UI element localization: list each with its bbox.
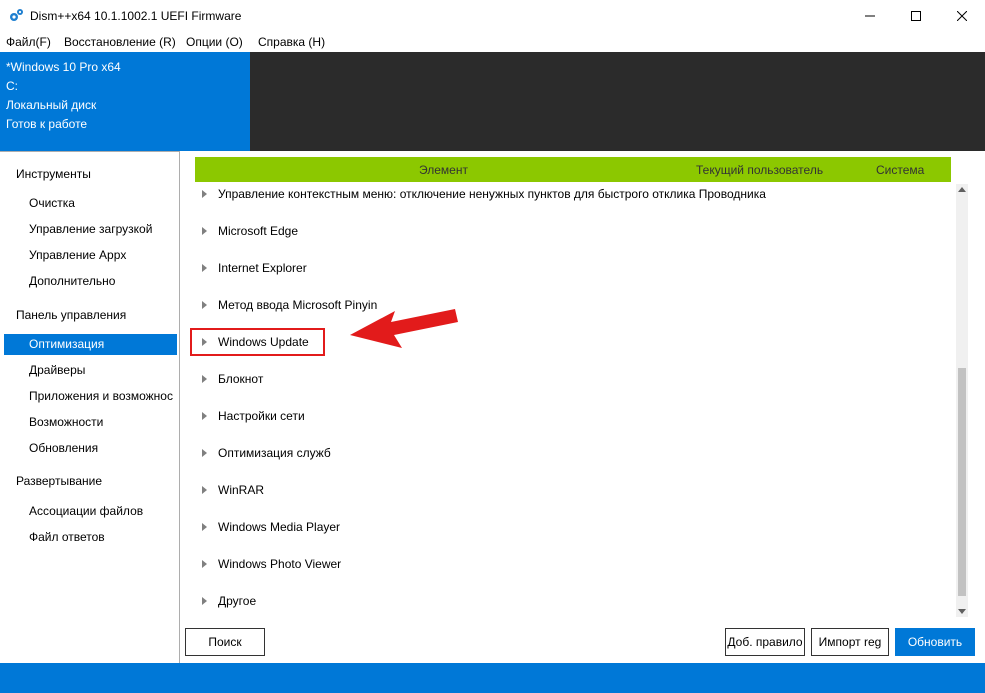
sidebar-item-file-associations[interactable]: Ассоциации файлов — [4, 501, 177, 522]
row-label: Windows Media Player — [218, 520, 341, 534]
maximize-button[interactable] — [893, 0, 939, 32]
close-icon — [957, 11, 967, 21]
maximize-icon — [911, 11, 921, 21]
title-bar: Dism++x64 10.1.1002.1 UEFI Firmware — [0, 0, 985, 32]
column-element[interactable]: Элемент — [419, 163, 468, 177]
menu-restore[interactable]: Восстановление (R) — [64, 35, 176, 49]
minimize-button[interactable] — [847, 0, 893, 32]
expand-arrow-icon[interactable] — [202, 375, 207, 383]
add-rule-button[interactable]: Доб. правило — [725, 628, 805, 656]
empty-session-area — [250, 52, 985, 151]
scroll-up-arrow-icon[interactable] — [958, 187, 966, 192]
image-info-panel[interactable]: *Windows 10 Pro x64 C: Локальный диск Го… — [0, 52, 250, 151]
expand-arrow-icon[interactable] — [202, 412, 207, 420]
status-bar — [0, 663, 985, 693]
column-system[interactable]: Система — [876, 163, 924, 177]
sidebar-item-optimization[interactable]: Оптимизация — [4, 334, 177, 355]
tree-row[interactable]: WinRAR — [191, 479, 941, 503]
menu-bar: Файл(F) Восстановление (R) Опции (O) Спр… — [0, 32, 985, 52]
red-pointer-arrow-icon — [350, 309, 458, 348]
column-current-user[interactable]: Текущий пользователь — [696, 163, 823, 177]
scrollbar-thumb[interactable] — [958, 368, 966, 596]
import-reg-button[interactable]: Импорт reg — [811, 628, 889, 656]
sidebar-item-updates[interactable]: Обновления — [4, 438, 177, 459]
minimize-icon — [865, 15, 875, 17]
tree-row[interactable]: Другое — [191, 590, 941, 614]
tree-row[interactable]: Управление контекстным меню: отключение … — [191, 183, 941, 207]
row-label: Управление контекстным меню: отключение … — [218, 187, 766, 201]
close-button[interactable] — [939, 0, 985, 32]
sidebar-item-drivers[interactable]: Драйверы — [4, 360, 177, 381]
row-label: Блокнот — [218, 372, 264, 386]
tree-row[interactable]: Блокнот — [191, 368, 941, 392]
scroll-down-arrow-icon[interactable] — [958, 609, 966, 614]
tree-row[interactable]: Оптимизация служб — [191, 442, 941, 466]
expand-arrow-icon[interactable] — [202, 301, 207, 309]
menu-help[interactable]: Справка (H) — [258, 35, 325, 49]
info-status: Готов к работе — [6, 117, 88, 131]
sidebar-item-apps[interactable]: Приложения и возможнос — [4, 386, 177, 407]
search-button[interactable]: Поиск — [185, 628, 265, 656]
sidebar-item-cleanup[interactable]: Очистка — [4, 193, 177, 214]
row-label: Windows Photo Viewer — [218, 557, 342, 571]
window-title: Dism++x64 10.1.1002.1 UEFI Firmware — [30, 9, 242, 23]
optimization-panel: Элемент Текущий пользователь Система Упр… — [181, 151, 985, 663]
expand-arrow-icon[interactable] — [202, 597, 207, 605]
table-header: Элемент Текущий пользователь Система — [195, 157, 951, 182]
sidebar-item-features[interactable]: Возможности — [4, 412, 177, 433]
tree-row[interactable]: Метод ввода Microsoft Pinyin — [191, 294, 941, 318]
tree-row[interactable]: Настройки сети — [191, 405, 941, 429]
row-label: Другое — [218, 594, 257, 608]
row-label: Internet Explorer — [218, 261, 307, 275]
menu-options[interactable]: Опции (O) — [186, 35, 243, 49]
info-disk: Локальный диск — [6, 98, 97, 112]
expand-arrow-icon[interactable] — [202, 264, 207, 272]
tree-row[interactable]: Internet Explorer — [191, 257, 941, 281]
row-label: Microsoft Edge — [218, 224, 299, 238]
sidebar-group-control-panel: Панель управления — [16, 308, 127, 322]
sidebar-group-deployment: Развертывание — [16, 474, 103, 488]
sidebar-item-advanced[interactable]: Дополнительно — [4, 271, 177, 292]
menu-file[interactable]: Файл(F) — [6, 35, 51, 49]
highlight-box — [190, 328, 325, 356]
sidebar-item-boot[interactable]: Управление загрузкой — [4, 219, 177, 240]
sidebar: Инструменты Очистка Управление загрузкой… — [0, 151, 180, 663]
tree-row[interactable]: Microsoft Edge — [191, 220, 941, 244]
sidebar-item-appx[interactable]: Управление Appx — [4, 245, 177, 266]
tree-row[interactable]: Windows Photo Viewer — [191, 553, 941, 577]
expand-arrow-icon[interactable] — [202, 190, 207, 198]
tree-row[interactable]: Windows Media Player — [191, 516, 941, 540]
info-os: *Windows 10 Pro x64 — [6, 60, 121, 74]
refresh-button[interactable]: Обновить — [895, 628, 975, 656]
sidebar-item-answer-file[interactable]: Файл ответов — [4, 527, 177, 548]
row-label: Настройки сети — [218, 409, 305, 423]
expand-arrow-icon[interactable] — [202, 449, 207, 457]
info-drive: C: — [6, 79, 18, 93]
row-label: Оптимизация служб — [218, 446, 331, 460]
expand-arrow-icon[interactable] — [202, 227, 207, 235]
expand-arrow-icon[interactable] — [202, 486, 207, 494]
expand-arrow-icon[interactable] — [202, 560, 207, 568]
expand-arrow-icon[interactable] — [202, 523, 207, 531]
gears-app-icon — [10, 9, 23, 21]
vertical-scrollbar[interactable] — [956, 184, 968, 617]
row-label: WinRAR — [218, 483, 265, 497]
sidebar-group-tools: Инструменты — [16, 167, 91, 181]
